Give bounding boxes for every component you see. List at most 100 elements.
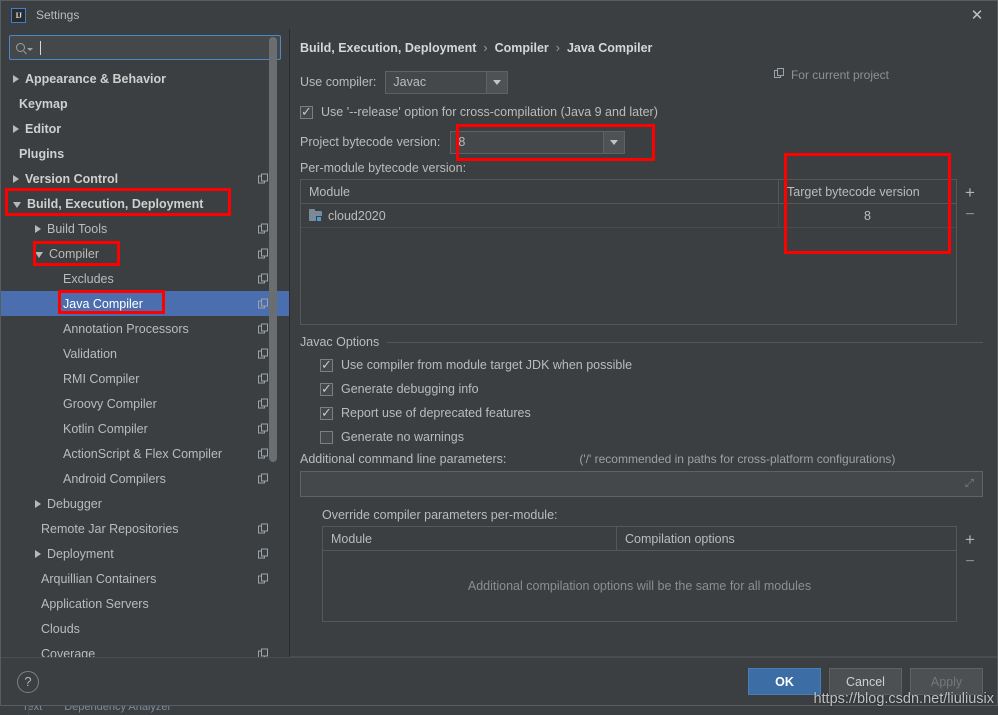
add-override-button[interactable]: + [965, 529, 975, 551]
copy-to-project-icon[interactable] [258, 248, 269, 259]
sidebar-item-validation[interactable]: Validation [1, 341, 289, 366]
chevron-down-icon[interactable] [13, 201, 21, 208]
use-compiler-select[interactable]: Javac [385, 70, 509, 94]
sidebar-item-actionscript-flex-compiler[interactable]: ActionScript & Flex Compiler [1, 441, 289, 466]
copy-to-project-icon[interactable] [258, 173, 269, 184]
sidebar-item-clouds[interactable]: Clouds [1, 616, 289, 641]
sidebar-item-build-tools[interactable]: Build Tools [1, 216, 289, 241]
sidebar-item-application-servers[interactable]: Application Servers [1, 591, 289, 616]
breadcrumb-part-2[interactable]: Compiler [495, 41, 549, 55]
sidebar-item-debugger[interactable]: Debugger [1, 491, 289, 516]
sidebar-item-keymap[interactable]: Keymap [1, 91, 289, 116]
override-params-label: Override compiler parameters per-module: [322, 508, 558, 522]
sidebar-scrollbar-track[interactable] [269, 29, 283, 657]
use-release-option-label: Use '--release' option for cross-compila… [321, 105, 658, 119]
chevron-down-icon[interactable] [603, 131, 625, 153]
override-table-wrap: Module Compilation options Additional co… [300, 526, 983, 622]
project-bytecode-select[interactable]: 8 [450, 130, 626, 154]
module-folder-icon [309, 209, 322, 222]
copy-to-project-icon[interactable] [258, 448, 269, 459]
use-release-option-checkbox[interactable] [300, 104, 313, 119]
chevron-right-icon[interactable] [35, 224, 41, 233]
sidebar-item-compiler[interactable]: Compiler [1, 241, 289, 266]
javac-option-checkbox[interactable] [320, 405, 333, 420]
javac-option-label: Report use of deprecated features [341, 406, 531, 420]
remove-module-button[interactable]: − [965, 204, 974, 226]
sidebar-item-version-control[interactable]: Version Control [1, 166, 289, 191]
chevron-right-icon[interactable] [35, 549, 41, 558]
search-input[interactable] [48, 40, 274, 55]
chevron-right-icon[interactable] [13, 124, 19, 133]
javac-option-checkbox[interactable] [320, 381, 333, 396]
module-name-text: cloud2020 [328, 208, 386, 223]
copy-to-project-icon[interactable] [258, 423, 269, 434]
ok-button[interactable]: OK [748, 668, 821, 695]
sidebar-item-label: Clouds [41, 621, 80, 636]
breadcrumb-part-1[interactable]: Build, Execution, Deployment [300, 41, 476, 55]
sidebar-scrollbar-thumb[interactable] [269, 37, 277, 462]
additional-params-input[interactable]: ⤢ [300, 471, 983, 497]
copy-to-project-icon[interactable] [258, 548, 269, 559]
javac-option-label: Generate no warnings [341, 430, 464, 444]
copy-to-project-icon[interactable] [258, 223, 269, 234]
copy-to-project-icon[interactable] [258, 473, 269, 484]
column-header-target-bytecode-version[interactable]: Target bytecode version [778, 180, 956, 203]
javac-option-label: Use compiler from module target JDK when… [341, 358, 633, 372]
copy-to-project-icon[interactable] [258, 573, 269, 584]
sidebar-item-appearance-behavior[interactable]: Appearance & Behavior [1, 66, 289, 91]
javac-option-row[interactable]: Generate no warnings [320, 425, 983, 449]
sidebar-item-rmi-compiler[interactable]: RMI Compiler [1, 366, 289, 391]
sidebar-item-arquillian-containers[interactable]: Arquillian Containers [1, 566, 289, 591]
search-dropdown-caret-icon[interactable] [27, 47, 33, 51]
copy-to-project-icon[interactable] [258, 373, 269, 384]
add-module-button[interactable]: + [965, 182, 975, 204]
cell-target-bytecode-version[interactable]: 8 [778, 204, 956, 227]
javac-option-row[interactable]: Report use of deprecated features [320, 401, 983, 425]
sidebar-item-build-execution-deployment[interactable]: Build, Execution, Deployment [1, 191, 289, 216]
sidebar-item-editor[interactable]: Editor [1, 116, 289, 141]
sidebar-item-coverage[interactable]: Coverage [1, 641, 289, 657]
chevron-right-icon[interactable] [13, 74, 19, 83]
close-icon[interactable]: ✕ [967, 5, 987, 25]
sidebar-item-groovy-compiler[interactable]: Groovy Compiler [1, 391, 289, 416]
copy-to-project-icon[interactable] [258, 323, 269, 334]
copy-to-project-icon[interactable] [258, 523, 269, 534]
remove-override-button[interactable]: − [965, 551, 974, 573]
chevron-right-icon[interactable] [35, 499, 41, 508]
column-header-compilation-options[interactable]: Compilation options [616, 527, 956, 550]
sidebar-item-deployment[interactable]: Deployment [1, 541, 289, 566]
javac-option-checkbox[interactable] [320, 430, 333, 444]
use-release-option-row[interactable]: Use '--release' option for cross-compila… [300, 100, 983, 124]
search-box[interactable] [9, 35, 281, 60]
chevron-down-icon[interactable] [486, 71, 508, 93]
breadcrumb-separator-2: › [555, 41, 560, 55]
copy-to-project-icon[interactable] [258, 398, 269, 409]
sidebar-item-remote-jar-repositories[interactable]: Remote Jar Repositories [1, 516, 289, 541]
javac-option-row[interactable]: Use compiler from module target JDK when… [320, 353, 983, 377]
expand-icon[interactable]: ⤢ [965, 478, 976, 490]
sidebar-item-label: Android Compilers [63, 471, 166, 486]
sidebar-item-plugins[interactable]: Plugins [1, 141, 289, 166]
table-row[interactable]: cloud2020 8 [301, 204, 956, 228]
javac-options-group-header: Javac Options [300, 335, 983, 349]
copy-to-project-icon[interactable] [258, 648, 269, 657]
chevron-down-icon[interactable] [35, 251, 43, 258]
sidebar-item-kotlin-compiler[interactable]: Kotlin Compiler [1, 416, 289, 441]
sidebar-item-annotation-processors[interactable]: Annotation Processors [1, 316, 289, 341]
javac-option-row[interactable]: Generate debugging info [320, 377, 983, 401]
sidebar-item-label: Coverage [41, 646, 96, 658]
sidebar-item-java-compiler[interactable]: Java Compiler [1, 291, 289, 316]
copy-to-project-icon[interactable] [258, 348, 269, 359]
column-header-module[interactable]: Module [323, 527, 616, 550]
sidebar-item-label: Plugins [19, 146, 65, 161]
sidebar-item-android-compilers[interactable]: Android Compilers [1, 466, 289, 491]
copy-to-project-icon[interactable] [258, 273, 269, 284]
copy-to-project-icon[interactable] [258, 298, 269, 309]
sidebar-item-excludes[interactable]: Excludes [1, 266, 289, 291]
sidebar-item-label: Keymap [19, 96, 68, 111]
help-button[interactable]: ? [17, 670, 39, 693]
scope-indicator: For current project [773, 68, 889, 82]
chevron-right-icon[interactable] [13, 174, 19, 183]
javac-option-checkbox[interactable] [320, 357, 333, 372]
column-header-module[interactable]: Module [301, 180, 778, 203]
